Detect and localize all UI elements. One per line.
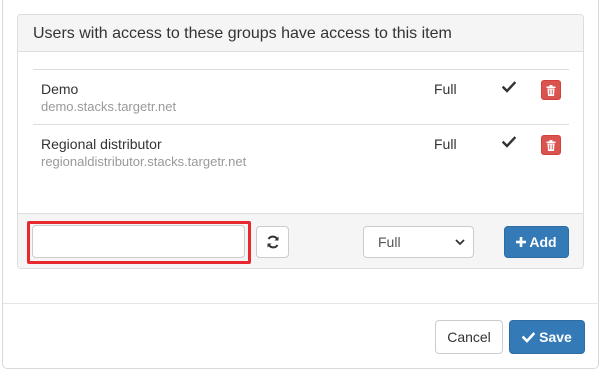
group-access-level: Full bbox=[434, 136, 457, 152]
access-level-select[interactable]: Full bbox=[363, 226, 474, 258]
group-access-panel: Users with access to these groups have a… bbox=[17, 14, 584, 269]
save-button[interactable]: Save bbox=[509, 320, 585, 354]
group-name: Demo bbox=[41, 81, 79, 97]
panel-heading: Users with access to these groups have a… bbox=[18, 15, 583, 52]
access-level-value: Full bbox=[378, 234, 401, 250]
save-button-label: Save bbox=[539, 329, 572, 345]
group-host: demo.stacks.targetr.net bbox=[41, 99, 177, 114]
cancel-button-label: Cancel bbox=[447, 329, 491, 345]
group-list: Demo demo.stacks.targetr.net Full Region… bbox=[33, 69, 569, 179]
check-icon bbox=[502, 136, 516, 148]
check-icon bbox=[522, 331, 536, 343]
group-row: Demo demo.stacks.targetr.net Full bbox=[33, 69, 569, 124]
check-icon bbox=[502, 81, 516, 93]
refresh-icon bbox=[267, 235, 278, 249]
group-access-level: Full bbox=[434, 81, 457, 97]
plus-icon bbox=[516, 237, 527, 247]
delete-group-button[interactable] bbox=[541, 135, 561, 155]
delete-group-button[interactable] bbox=[541, 80, 561, 100]
cancel-button[interactable]: Cancel bbox=[435, 320, 503, 354]
group-name: Regional distributor bbox=[41, 136, 162, 152]
add-button-label: Add bbox=[529, 234, 557, 250]
trash-icon bbox=[546, 84, 556, 96]
footer-divider bbox=[3, 303, 599, 304]
group-search-input[interactable] bbox=[32, 225, 245, 258]
chevron-down-icon bbox=[455, 239, 465, 246]
add-group-bar: Full Add bbox=[18, 213, 583, 268]
refresh-button[interactable] bbox=[256, 226, 289, 258]
trash-icon bbox=[546, 139, 556, 151]
add-group-button[interactable]: Add bbox=[504, 226, 569, 258]
group-row: Regional distributor regionaldistributor… bbox=[33, 124, 569, 179]
group-host: regionaldistributor.stacks.targetr.net bbox=[41, 154, 247, 169]
